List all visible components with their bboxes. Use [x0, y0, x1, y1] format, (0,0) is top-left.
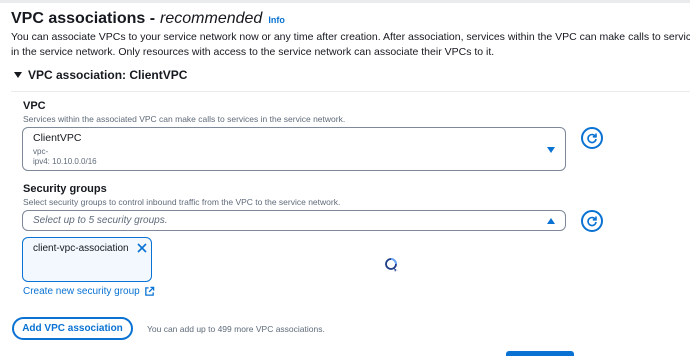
security-groups-multiselect[interactable]: Select up to 5 security groups.: [22, 210, 566, 231]
vpc-refresh-button[interactable]: [581, 127, 603, 149]
vpc-selected-id: vpc-: [33, 147, 49, 156]
add-vpc-association-hint: You can add up to 499 more VPC associati…: [147, 324, 325, 334]
divider: [11, 91, 690, 92]
caret-down-icon[interactable]: [547, 147, 555, 153]
vpc-label: VPC: [23, 100, 46, 112]
partial-button-edge[interactable]: [506, 351, 574, 356]
external-link-icon: [144, 286, 155, 296]
page-title-emphasis: recommended: [160, 10, 263, 27]
vpc-selected-cidr: ipv4: 10.10.0.0/16: [33, 157, 97, 166]
refresh-icon: [587, 216, 597, 227]
page-title: VPC associations -: [11, 10, 156, 27]
create-security-group-link[interactable]: Create new security group: [23, 286, 155, 297]
create-security-group-label: Create new security group: [23, 286, 140, 297]
security-group-token-label: client-vpc-association: [33, 243, 129, 254]
association-title: VPC association: ClientVPC: [28, 68, 188, 82]
close-icon[interactable]: [135, 241, 149, 255]
security-group-token: client-vpc-association: [22, 237, 152, 282]
refresh-icon: [587, 133, 597, 144]
top-border: [0, 0, 690, 3]
loading-cursor-icon: [385, 258, 398, 272]
security-groups-refresh-button[interactable]: [581, 210, 603, 232]
caret-up-icon[interactable]: [547, 218, 555, 224]
security-groups-label: Security groups: [23, 183, 107, 195]
vpc-description: Services within the associated VPC can m…: [23, 114, 346, 124]
security-groups-placeholder: Select up to 5 security groups.: [33, 215, 168, 226]
section-heading: VPC associations - recommended Info: [11, 10, 285, 28]
security-groups-description: Select security groups to control inboun…: [23, 197, 341, 207]
section-description: You can associate VPCs to your service n…: [11, 31, 690, 58]
association-expander[interactable]: VPC association: ClientVPC: [14, 68, 187, 82]
caret-down-icon: [14, 72, 22, 78]
vpc-selected-name: ClientVPC: [33, 132, 82, 144]
info-link[interactable]: Info: [268, 15, 285, 25]
add-vpc-association-button[interactable]: Add VPC association: [12, 317, 133, 340]
vpc-select[interactable]: ClientVPC vpc- ipv4: 10.10.0.0/16: [22, 127, 566, 171]
